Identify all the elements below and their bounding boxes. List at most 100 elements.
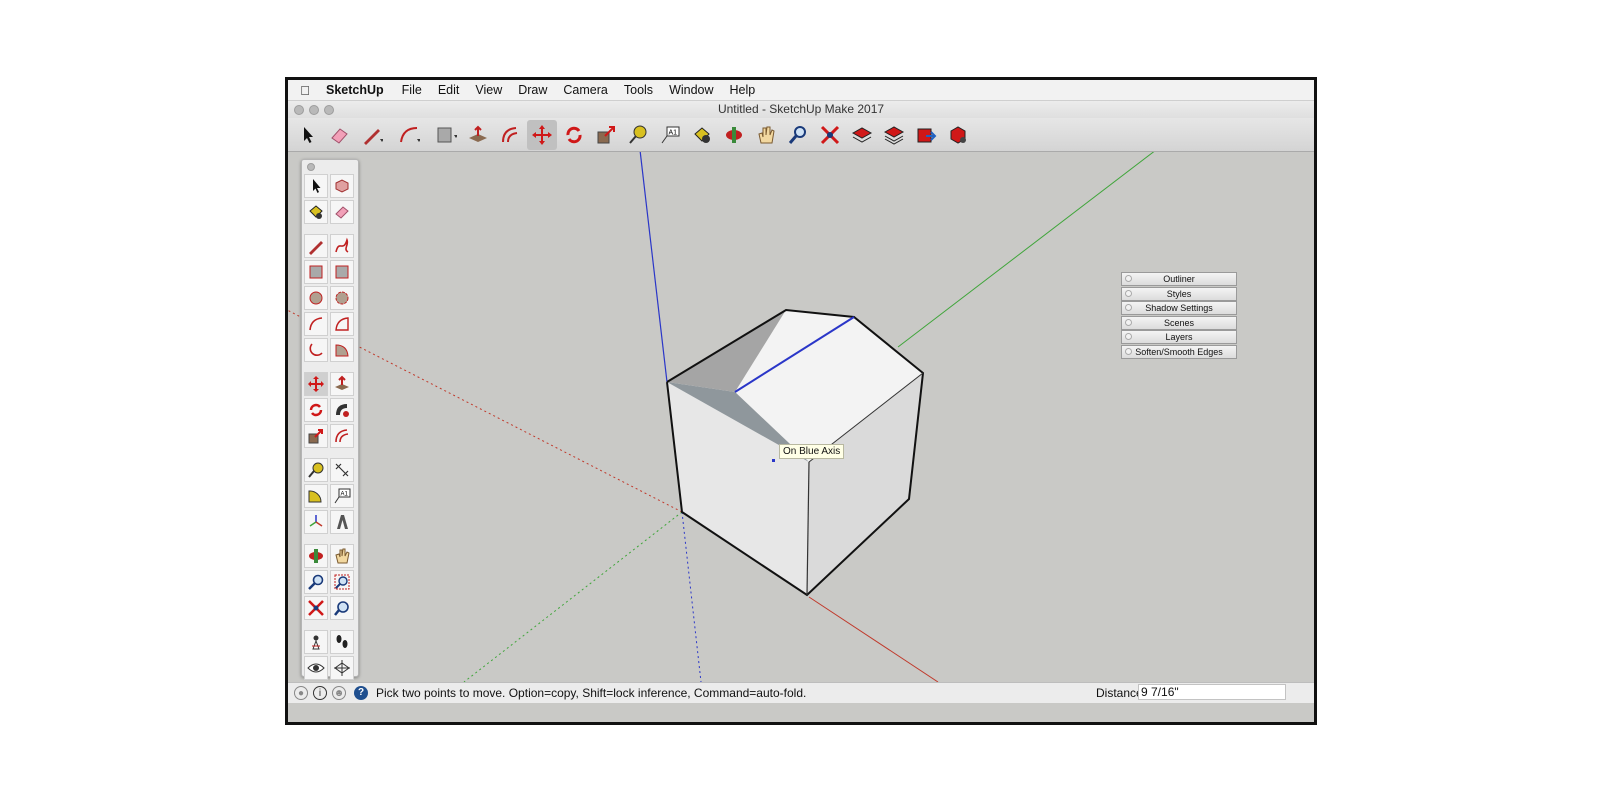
components-button[interactable] (879, 120, 909, 150)
palette-three-point-arc[interactable] (304, 338, 328, 362)
panel-soften-smooth-edges[interactable]: Soften/Smooth Edges (1121, 344, 1237, 359)
menu-help[interactable]: Help (722, 83, 764, 97)
panel-layers[interactable]: Layers (1121, 330, 1237, 345)
eraser-tool-button[interactable] (324, 120, 354, 150)
panel-outliner[interactable]: Outliner (1121, 272, 1237, 286)
menu-draw[interactable]: Draw (510, 83, 555, 97)
menu-camera[interactable]: Camera (555, 83, 615, 97)
palette-follow-me[interactable] (330, 398, 354, 422)
palette-position-camera[interactable] (304, 630, 328, 654)
sketchup-window:  SketchUp File Edit View Draw Camera To… (285, 77, 1317, 725)
palette-circle[interactable] (304, 286, 328, 310)
push-pull-tool-button[interactable] (463, 120, 493, 150)
rectangle-tool-button[interactable] (431, 120, 461, 150)
palette-zoom-extents[interactable] (304, 596, 328, 620)
drawing-viewport[interactable]: On Blue Axis Outliner Styles Shadow Sett… (288, 152, 1314, 682)
arc-tool-button[interactable] (394, 120, 424, 150)
palette-look-around[interactable] (304, 656, 328, 680)
palette-section-plane[interactable] (330, 656, 354, 680)
tape-measure-icon (308, 462, 324, 478)
3d-warehouse-button[interactable] (847, 120, 877, 150)
palette-paint-bucket[interactable] (304, 200, 328, 224)
credits-icon[interactable]: i (313, 686, 327, 700)
menu-file[interactable]: File (394, 83, 430, 97)
palette-orbit[interactable] (304, 544, 328, 568)
palette-freehand[interactable] (330, 234, 354, 258)
palette-eraser[interactable] (330, 200, 354, 224)
palette-select[interactable] (304, 174, 328, 198)
inference-tooltip: On Blue Axis (779, 444, 845, 459)
offset-tool-button[interactable] (495, 120, 525, 150)
palette-offset[interactable] (330, 424, 354, 448)
palette-arc[interactable] (304, 312, 328, 336)
move-tool-button[interactable] (527, 120, 557, 150)
palette-move[interactable] (304, 372, 328, 396)
panel-toggle-icon (1125, 304, 1132, 312)
panel-shadow-settings[interactable]: Shadow Settings (1121, 301, 1237, 316)
palette-previous-view[interactable] (330, 596, 354, 620)
paint-bucket-tool-button[interactable] (687, 120, 717, 150)
user-icon[interactable]: ☻ (332, 686, 346, 700)
palette-rotate[interactable] (304, 398, 328, 422)
palette-rectangle[interactable] (304, 260, 328, 284)
palette-rotated-rectangle[interactable] (330, 260, 354, 284)
palette-polygon[interactable] (330, 286, 354, 310)
model-canvas[interactable] (288, 152, 1317, 682)
palette-dimension[interactable] (330, 458, 354, 482)
palette-zoom[interactable] (304, 570, 328, 594)
orbit-tool-button[interactable] (719, 120, 749, 150)
tape-measure-tool-button[interactable] (623, 120, 653, 150)
blue-axis-positive (639, 152, 668, 383)
zoom-tool-button[interactable] (783, 120, 813, 150)
rotated-rectangle-icon (335, 265, 349, 279)
palette-pan[interactable] (330, 544, 354, 568)
palette-scale[interactable] (304, 424, 328, 448)
line-tool-button[interactable] (357, 120, 387, 150)
palette-3d-text[interactable] (330, 510, 354, 534)
panel-styles[interactable]: Styles (1121, 286, 1237, 301)
pie-icon (335, 344, 349, 357)
pan-tool-button[interactable] (751, 120, 781, 150)
menu-edit[interactable]: Edit (430, 83, 468, 97)
palette-line[interactable] (304, 234, 328, 258)
panel-scenes[interactable]: Scenes (1121, 315, 1237, 330)
palette-push-pull[interactable] (330, 372, 354, 396)
status-bar: ● i ☻ ? Pick two points to move. Option=… (288, 682, 1314, 703)
rotate-tool-button[interactable] (559, 120, 589, 150)
extension-warehouse-button[interactable] (943, 120, 973, 150)
panel-toggle-icon (1125, 318, 1132, 326)
palette-walk[interactable] (330, 630, 354, 654)
palette-text[interactable]: A1 (330, 484, 354, 508)
palette-two-point-arc[interactable] (330, 312, 354, 336)
protractor-icon (308, 490, 322, 503)
geo-location-icon[interactable]: ● (294, 686, 308, 700)
select-tool-button[interactable] (293, 120, 323, 150)
measurements-input[interactable]: 9 7/16" (1138, 684, 1286, 700)
palette-pie[interactable] (330, 338, 354, 362)
palette-axes[interactable] (304, 510, 328, 534)
text-tool-button[interactable]: A1 (655, 120, 685, 150)
orbit-icon (309, 549, 323, 563)
menu-view[interactable]: View (467, 83, 510, 97)
share-model-icon (917, 128, 937, 143)
scale-tool-button[interactable] (591, 120, 621, 150)
move-icon (532, 125, 552, 145)
blue-axis-negative (681, 511, 702, 682)
circle-icon (309, 291, 323, 305)
follow-me-icon (336, 404, 349, 417)
palette-close-button[interactable] (307, 163, 315, 171)
zoom-extents-tool-button[interactable] (815, 120, 845, 150)
panel-toggle-icon (1125, 347, 1132, 355)
palette-zoom-window[interactable] (330, 570, 354, 594)
apple-icon[interactable]:  (288, 83, 322, 98)
pencil-icon (364, 129, 383, 145)
menu-tools[interactable]: Tools (616, 83, 661, 97)
share-model-button[interactable] (911, 120, 941, 150)
palette-protractor[interactable] (304, 484, 328, 508)
previous-view-icon (334, 601, 349, 616)
palette-tape-measure[interactable] (304, 458, 328, 482)
menu-window[interactable]: Window (661, 83, 721, 97)
palette-component[interactable] (330, 174, 354, 198)
help-icon[interactable]: ? (354, 686, 368, 700)
menu-app-name[interactable]: SketchUp (322, 83, 394, 97)
